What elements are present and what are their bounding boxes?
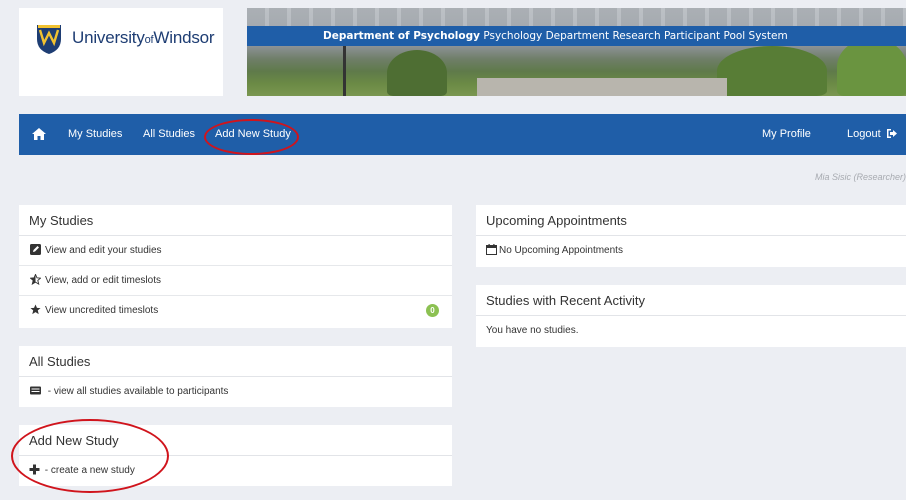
home-icon	[32, 128, 46, 140]
nav-home[interactable]	[32, 114, 46, 155]
create-study-label: - create a new study	[42, 465, 135, 476]
university-logo[interactable]: UniversityofWindsor	[19, 8, 223, 96]
no-appointments-row: No Upcoming Appointments	[476, 236, 906, 266]
plus-icon	[29, 464, 40, 475]
upcoming-appointments-panel: Upcoming Appointments No Upcoming Appoin…	[476, 205, 906, 267]
star-half-icon	[30, 274, 41, 285]
view-all-studies-label: - view all studies available to particip…	[45, 386, 229, 397]
university-name: UniversityofWindsor	[72, 28, 215, 47]
list-icon	[30, 386, 41, 395]
add-new-study-panel: Add New Study - create a new study	[19, 425, 452, 486]
my-studies-title: My Studies	[19, 205, 452, 236]
timeslots-label: View, add or edit timeslots	[45, 275, 161, 286]
view-edit-studies-label: View and edit your studies	[45, 245, 162, 256]
no-appointments-label: No Upcoming Appointments	[499, 245, 623, 256]
nav-add-new-study[interactable]: Add New Study	[215, 114, 291, 155]
uncredited-count-badge: 0	[426, 304, 439, 317]
nav-my-studies[interactable]: My Studies	[68, 114, 122, 155]
uncredited-timeslots-link[interactable]: View uncredited timeslots 0	[19, 296, 452, 326]
university-shield-icon	[37, 25, 61, 54]
my-studies-panel: My Studies View and edit your studies Vi…	[19, 205, 452, 328]
calendar-icon	[486, 244, 497, 255]
view-edit-studies-link[interactable]: View and edit your studies	[19, 236, 452, 266]
current-user: Mia Sisic (Researcher)	[814, 172, 906, 182]
all-studies-title: All Studies	[19, 346, 452, 377]
logout-icon	[886, 129, 897, 138]
recent-activity-panel: Studies with Recent Activity You have no…	[476, 285, 906, 347]
uncredited-timeslots-label: View uncredited timeslots	[45, 305, 159, 316]
upcoming-appointments-title: Upcoming Appointments	[476, 205, 906, 236]
nav-all-studies[interactable]: All Studies	[143, 114, 195, 155]
timeslots-link[interactable]: View, add or edit timeslots	[19, 266, 452, 296]
edit-icon	[30, 244, 41, 255]
no-studies-row: You have no studies.	[486, 325, 579, 336]
add-new-study-title: Add New Study	[19, 425, 452, 456]
star-icon	[30, 304, 41, 315]
view-all-studies-link[interactable]: - view all studies available to particip…	[19, 377, 452, 407]
all-studies-panel: All Studies - view all studies available…	[19, 346, 452, 407]
nav-logout[interactable]: Logout	[847, 114, 897, 155]
banner-title: Department of Psychology Psychology Depa…	[247, 26, 906, 46]
header-banner: Department of Psychology Psychology Depa…	[247, 8, 906, 96]
create-study-link[interactable]: - create a new study	[19, 456, 452, 486]
nav-logout-label: Logout	[847, 128, 881, 140]
recent-activity-title: Studies with Recent Activity	[476, 285, 906, 316]
nav-my-profile[interactable]: My Profile	[762, 114, 811, 155]
main-navbar: My Studies All Studies Add New Study My …	[19, 114, 906, 155]
